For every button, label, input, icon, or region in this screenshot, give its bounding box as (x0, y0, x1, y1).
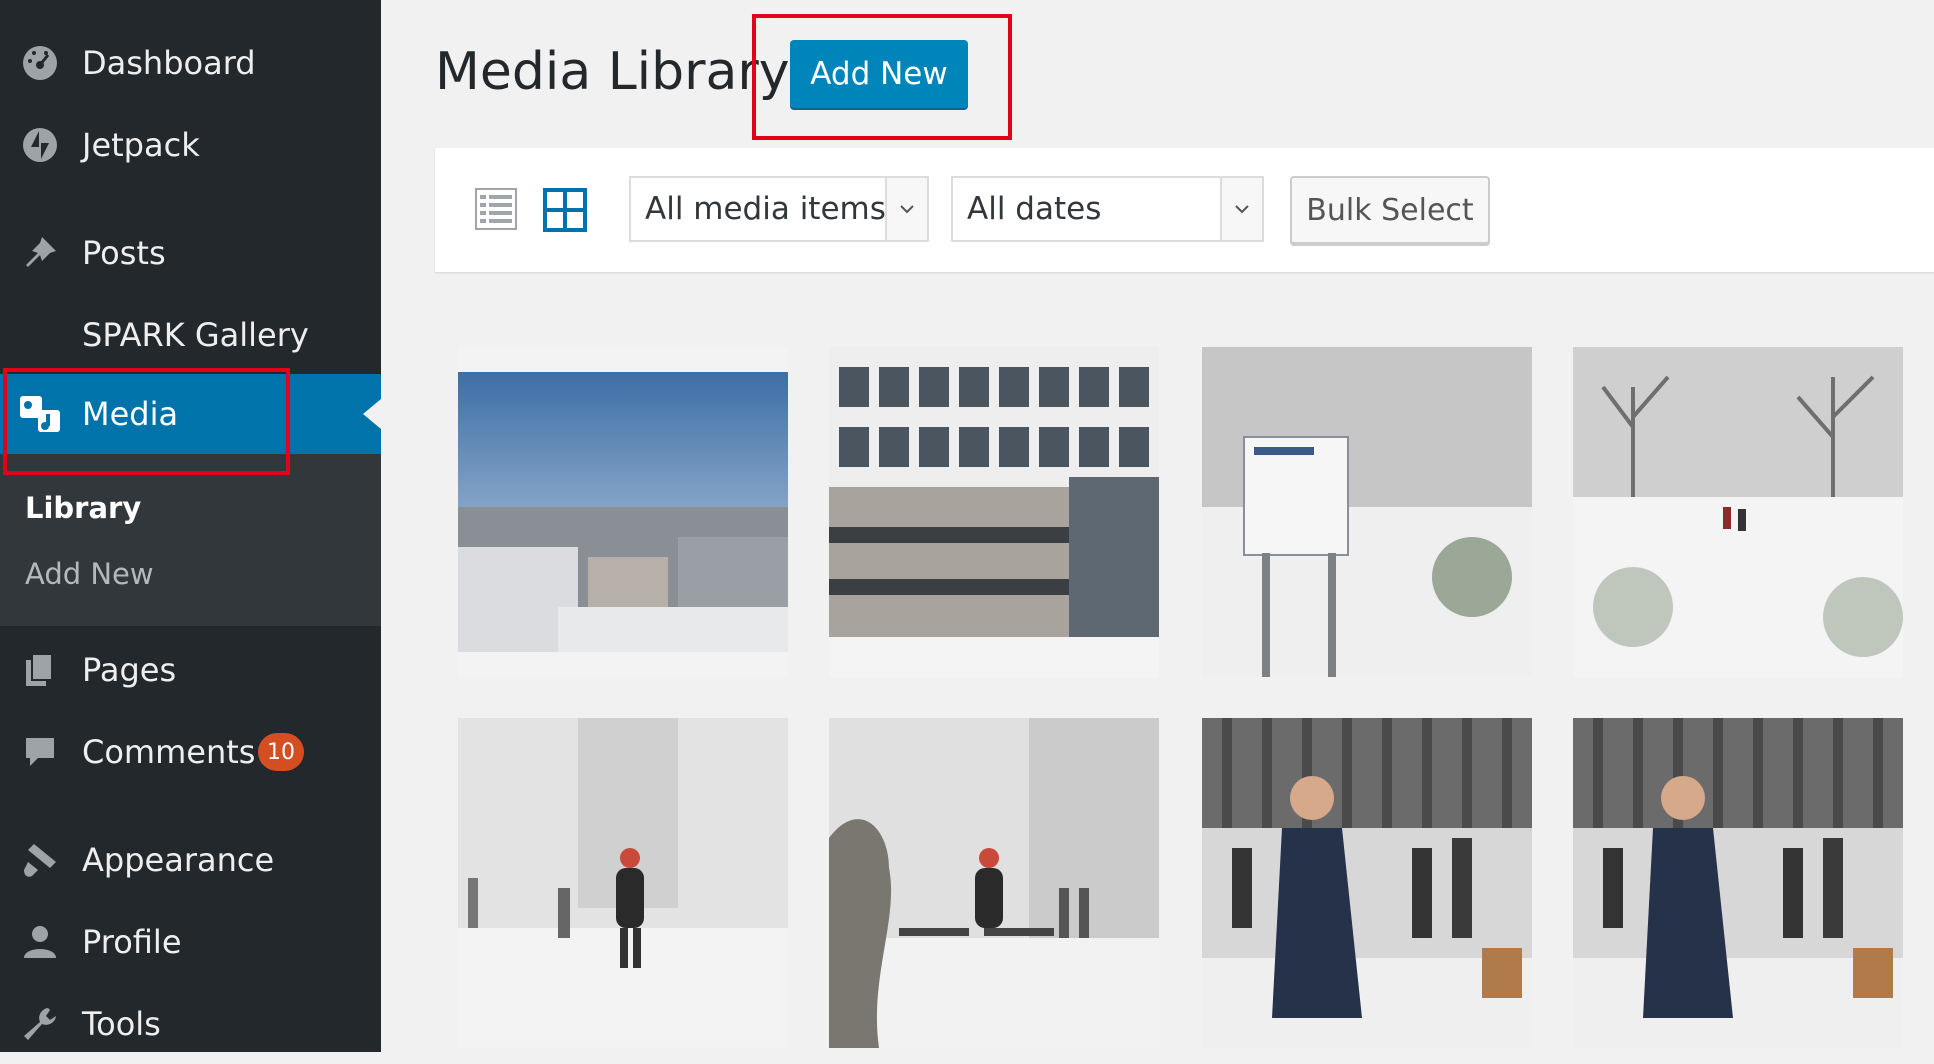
media-item-snowstorm-person[interactable] (458, 718, 788, 1048)
sidebar-item-label: Profile (82, 923, 182, 961)
comments-icon (18, 730, 62, 774)
submenu-item-library[interactable]: Library (25, 491, 141, 525)
dashboard-icon (18, 41, 62, 85)
sidebar-item-label: Tools (82, 1005, 161, 1043)
media-item-building-facade[interactable] (829, 347, 1159, 677)
list-view-icon[interactable] (475, 188, 517, 230)
sidebar-item-comments[interactable]: Comments 10 (0, 712, 381, 792)
sidebar-item-label: Posts (82, 234, 166, 272)
date-filter[interactable]: All dates (951, 176, 1264, 242)
submenu-item-add-new[interactable]: Add New (25, 557, 154, 591)
sidebar-item-posts[interactable]: Posts (0, 213, 381, 293)
annotation-highlight-add-new (752, 14, 1012, 140)
media-item-woman-in-coat[interactable] (1202, 718, 1532, 1048)
media-item-city-rooftops[interactable] (458, 347, 788, 677)
pin-icon (18, 231, 62, 275)
sidebar-item-jetpack[interactable]: Jetpack (0, 105, 381, 185)
user-icon (18, 920, 62, 964)
page-title: Media Library (435, 42, 790, 102)
media-submenu: Library Add New (0, 454, 381, 626)
pages-icon (18, 648, 62, 692)
comment-count-badge: 10 (258, 733, 304, 771)
admin-sidebar: Dashboard Jetpack Posts SPARK Gallery Me… (0, 0, 381, 1052)
wrench-icon (18, 1002, 62, 1046)
sidebar-item-label: Appearance (82, 841, 275, 879)
sidebar-item-pages[interactable]: Pages (0, 630, 381, 710)
sidebar-item-appearance[interactable]: Appearance (0, 820, 381, 900)
date-filter-value: All dates (967, 191, 1102, 227)
annotation-highlight-media (3, 368, 290, 475)
sidebar-item-label: Pages (82, 651, 177, 689)
sidebar-item-label: SPARK Gallery (82, 316, 309, 354)
chevron-down-icon (885, 178, 927, 240)
sidebar-item-tools[interactable]: Tools (0, 984, 381, 1064)
media-item-college-sign[interactable] (1202, 347, 1532, 677)
bulk-select-button[interactable]: Bulk Select (1290, 176, 1490, 244)
media-item-benches-snow[interactable] (829, 718, 1159, 1048)
sidebar-item-dashboard[interactable]: Dashboard (0, 23, 381, 103)
sidebar-item-label: Jetpack (82, 126, 200, 164)
media-toolbar: All media items All dates Bulk Select (435, 148, 1934, 272)
sidebar-item-label: Dashboard (82, 44, 256, 82)
jetpack-icon (18, 123, 62, 167)
media-item-snowy-park[interactable] (1573, 347, 1903, 677)
media-type-filter[interactable]: All media items (629, 176, 929, 242)
brush-icon (18, 838, 62, 882)
current-page-arrow (363, 399, 381, 429)
sidebar-item-label: Comments (82, 733, 256, 771)
chevron-down-icon (1220, 178, 1262, 240)
media-type-filter-value: All media items (645, 191, 886, 227)
sidebar-item-spark-gallery[interactable]: SPARK Gallery (0, 295, 381, 375)
media-item-woman-in-coat[interactable] (1573, 718, 1903, 1048)
grid-view-icon[interactable] (543, 188, 587, 232)
sidebar-item-profile[interactable]: Profile (0, 902, 381, 982)
